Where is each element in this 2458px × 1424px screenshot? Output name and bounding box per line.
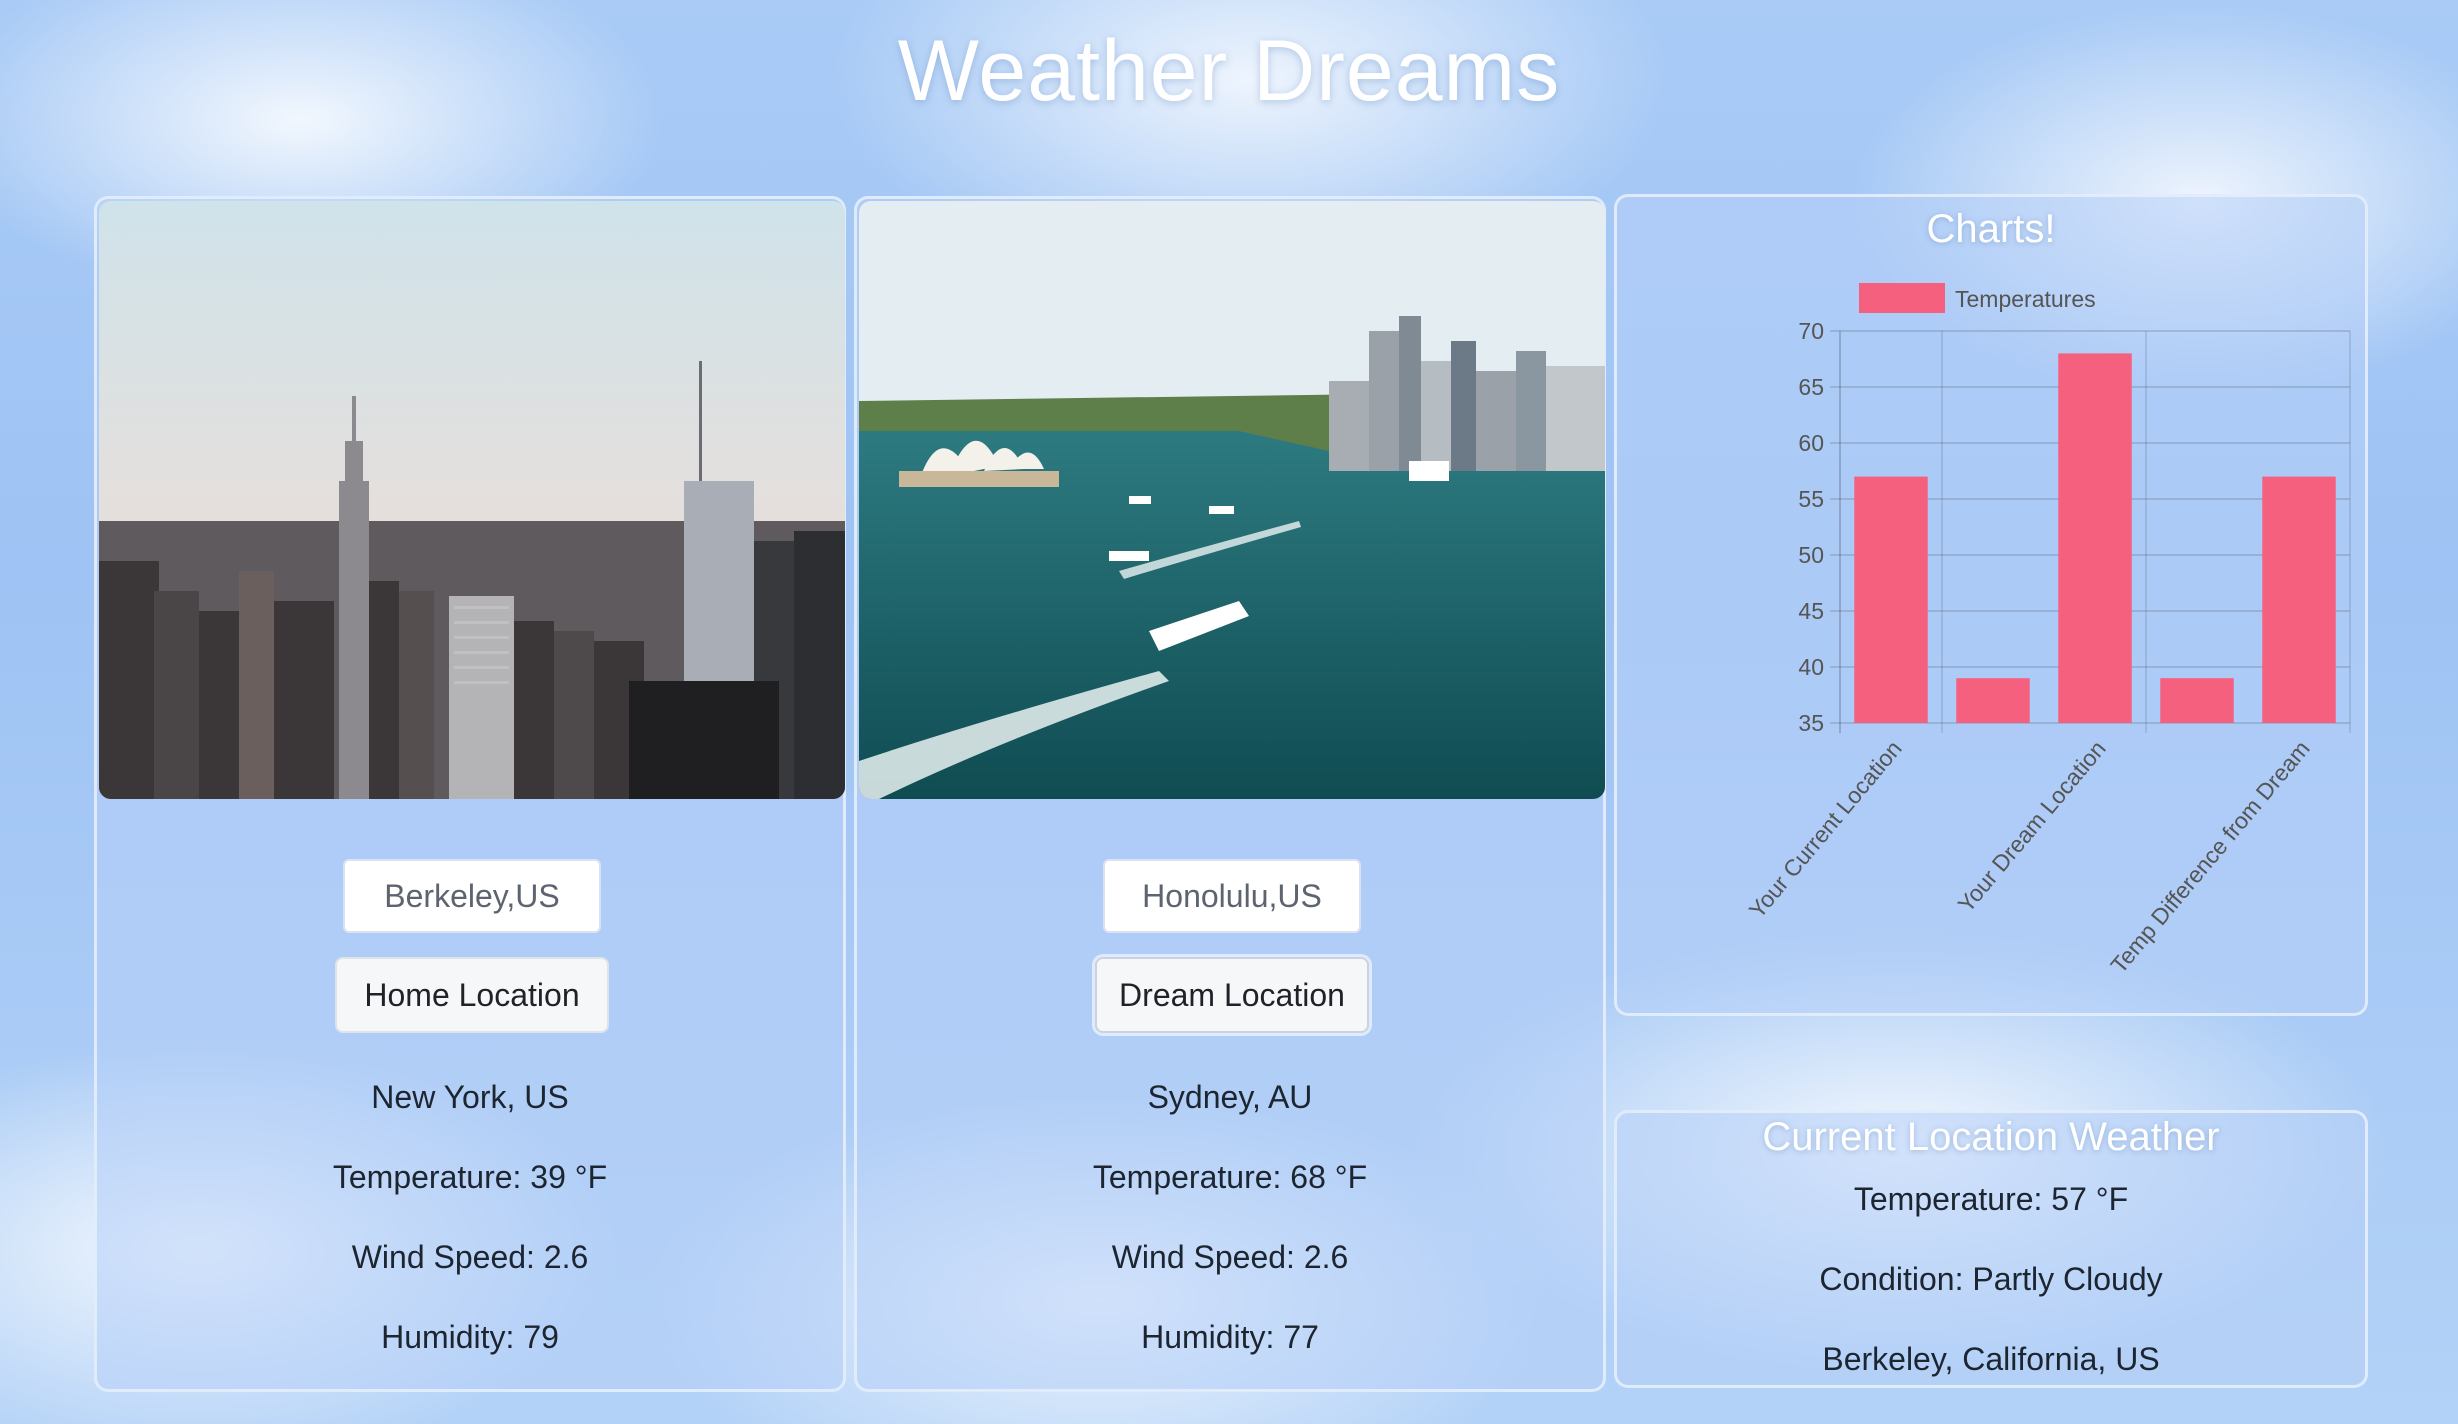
current-temperature: Temperature: 57 °F — [1853, 1181, 2129, 1217]
current-condition: Condition: Partly Cloudy — [1819, 1261, 2163, 1297]
dream-city-name: Sydney, AU — [1147, 1079, 1313, 1115]
sydney-harbour-image — [859, 201, 1605, 799]
bar-0[interactable] — [1854, 476, 1928, 723]
legend-swatch-temperatures — [1859, 283, 1945, 313]
current-location-weather-card: Current Location Weather Temperature: 57… — [1614, 1110, 2368, 1388]
home-city-name: New York, US — [371, 1079, 569, 1115]
y-tick-label: 50 — [1798, 542, 1824, 568]
dream-city-photo — [859, 201, 1605, 799]
bar-2[interactable] — [2058, 353, 2132, 723]
dream-location-button[interactable]: Dream Location — [1095, 957, 1369, 1033]
dream-location-input[interactable]: Honolulu,US — [1103, 859, 1361, 933]
y-tick-label: 55 — [1798, 486, 1824, 512]
temperature-bar-chart: Temperatures 35 40 45 50 55 60 65 70 Your Curre… — [1744, 283, 2351, 979]
app-title: Weather Dreams — [897, 23, 1561, 119]
y-tick-label: 65 — [1798, 374, 1824, 400]
new-york-skyline-image — [99, 201, 845, 799]
home-temperature: Temperature: 39 °F — [332, 1159, 608, 1195]
dream-location-card: Honolulu,US Dream Location Sydney, AU Te… — [854, 196, 1606, 1392]
current-weather-title: Current Location Weather — [1762, 1115, 2220, 1159]
home-location-button[interactable]: Home Location — [335, 957, 609, 1033]
home-humidity: Humidity: 79 — [381, 1319, 559, 1355]
x-tick-label: Temp Difference from Dream — [2105, 736, 2314, 979]
dream-temperature: Temperature: 68 °F — [1092, 1159, 1368, 1195]
home-location-input[interactable]: Berkeley,US — [343, 859, 601, 933]
dream-humidity: Humidity: 77 — [1141, 1319, 1319, 1355]
charts-card: Charts! Temperatures 35 40 45 50 55 60 65 70 Yo… — [1614, 194, 2368, 1016]
home-location-card: Berkeley,US Home Location New York, US T… — [94, 196, 846, 1392]
chart-legend[interactable]: Temperatures — [1859, 283, 2096, 313]
home-city-photo — [99, 201, 845, 799]
x-tick-label: Your Current Location — [1744, 736, 1907, 923]
current-location-name: Berkeley, California, US — [1822, 1341, 2160, 1377]
y-tick-label: 45 — [1798, 598, 1824, 624]
y-tick-label: 70 — [1798, 318, 1824, 344]
legend-label-temperatures: Temperatures — [1955, 286, 2096, 312]
y-tick-label: 40 — [1798, 654, 1824, 680]
x-tick-label: Your Dream Location — [1953, 736, 2111, 918]
bar-3[interactable] — [2160, 678, 2234, 723]
y-tick-label: 60 — [1798, 430, 1824, 456]
bar-4[interactable] — [2262, 476, 2336, 723]
y-tick-label: 35 — [1798, 710, 1824, 736]
dream-wind-speed: Wind Speed: 2.6 — [1111, 1239, 1349, 1275]
home-wind-speed: Wind Speed: 2.6 — [351, 1239, 589, 1275]
bar-1[interactable] — [1956, 678, 2030, 723]
